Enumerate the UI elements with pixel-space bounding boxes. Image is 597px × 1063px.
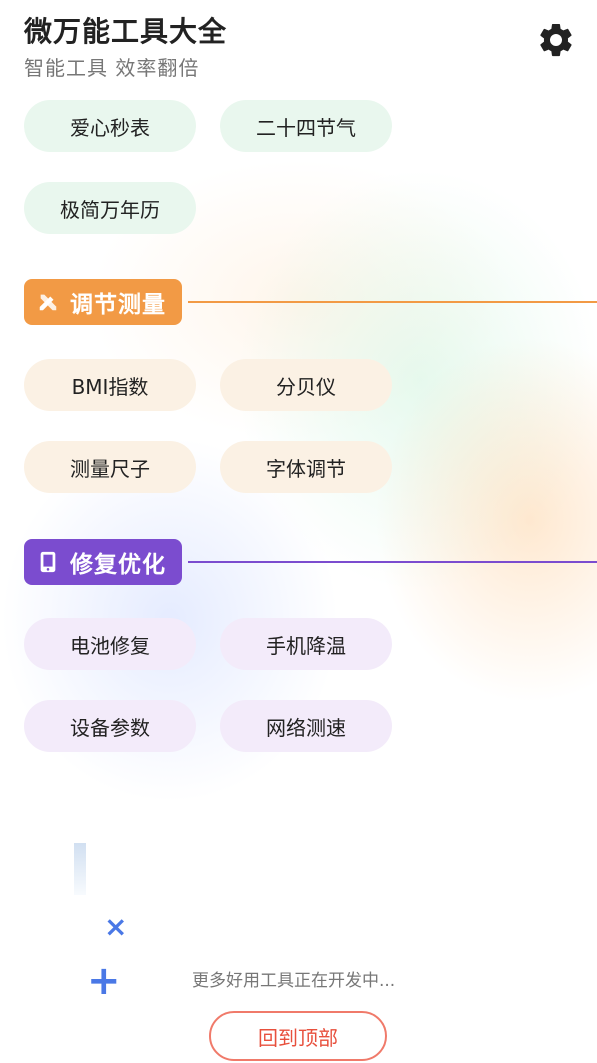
app-title: 微万能工具大全	[24, 15, 228, 48]
tool-calendar[interactable]: 极简万年历	[24, 182, 196, 234]
footer-note: 更多好用工具正在开发中...	[192, 971, 396, 991]
tool-phone-cooling[interactable]: 手机降温	[220, 618, 392, 670]
tool-label: 分贝仪	[276, 374, 336, 399]
tool-label: 电池修复	[70, 633, 150, 658]
tool-label: 字体调节	[266, 456, 346, 481]
tool-label: 极简万年历	[60, 197, 160, 222]
tool-label: 二十四节气	[256, 115, 356, 140]
tool-font-size[interactable]: 字体调节	[220, 441, 392, 493]
section-divider-measure	[188, 301, 597, 303]
app-subtitle: 智能工具 效率翻倍	[24, 56, 200, 80]
section-divider-repair	[188, 561, 597, 563]
tool-label: 手机降温	[266, 633, 346, 658]
tool-ruler[interactable]: 测量尺子	[24, 441, 196, 493]
tool-battery-repair[interactable]: 电池修复	[24, 618, 196, 670]
tool-bmi[interactable]: BMI指数	[24, 359, 196, 411]
phone-icon	[36, 550, 60, 574]
tool-speed-test[interactable]: 网络测速	[220, 700, 392, 752]
tool-device-info[interactable]: 设备参数	[24, 700, 196, 752]
tool-label: 设备参数	[70, 715, 150, 740]
tool-label: 测量尺子	[70, 456, 150, 481]
ruler-pencil-icon	[36, 290, 60, 314]
section-title: 调节测量	[70, 292, 166, 318]
section-header-repair: 修复优化	[24, 539, 182, 585]
back-to-top-button[interactable]: 回到顶部	[209, 1011, 387, 1061]
section-header-measure: 调节测量	[24, 279, 182, 325]
tool-label: BMI指数	[71, 374, 149, 399]
section-title: 修复优化	[70, 552, 166, 578]
decorative-bar	[74, 843, 86, 895]
back-to-top-label: 回到顶部	[258, 1025, 338, 1050]
decorative-plus-icon: +	[87, 958, 121, 1004]
tool-label: 爱心秒表	[70, 115, 150, 140]
gear-icon[interactable]	[536, 20, 576, 60]
decorative-x-icon: ×	[104, 910, 128, 943]
tool-solar-terms[interactable]: 二十四节气	[220, 100, 392, 152]
tool-decibel-meter[interactable]: 分贝仪	[220, 359, 392, 411]
tool-heart-stopwatch[interactable]: 爱心秒表	[24, 100, 196, 152]
tool-label: 网络测速	[266, 715, 346, 740]
